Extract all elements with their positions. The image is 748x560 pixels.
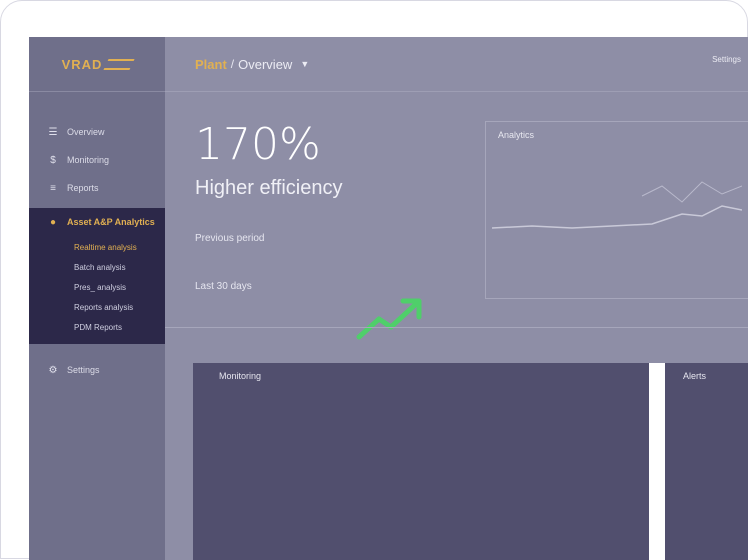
chevron-down-icon[interactable]: ▼ (300, 59, 309, 69)
list-icon: ≡ (50, 182, 56, 194)
submenu-item-pdm[interactable]: PDM Reports (29, 318, 165, 338)
user-icon: ● (49, 216, 57, 228)
logo-mark-icon (103, 58, 135, 70)
menu-icon: ☰ (48, 126, 58, 138)
logo: VRAD (61, 56, 103, 72)
sidebar-item-label: Settings (67, 365, 100, 375)
panel-gap (649, 363, 665, 560)
sidebar-item-label: Overview (67, 127, 105, 137)
device-frame: VRAD ☰ Overview $ Monitoring ≡ Reports ● (0, 0, 748, 560)
monitoring-panel[interactable]: Monitoring (193, 363, 649, 560)
panel-label: Alerts (683, 371, 707, 381)
section-divider (165, 327, 748, 328)
sidebar: VRAD ☰ Overview $ Monitoring ≡ Reports ● (29, 37, 165, 560)
panel-label: Monitoring (219, 371, 262, 381)
sidebar-item-settings[interactable]: ⚙ Settings (29, 356, 165, 384)
submenu-item-realtime[interactable]: Realtime analysis (29, 238, 165, 258)
breadcrumb-secondary[interactable]: Overview (238, 57, 292, 72)
kpi-subtitle: Higher efficiency (195, 177, 343, 199)
brand[interactable]: VRAD (29, 37, 165, 92)
trend-up-icon (356, 298, 422, 340)
kpi-block: 170% Higher efficiency Previous period L… (165, 91, 485, 340)
analytics-card[interactable]: Analytics (485, 121, 748, 299)
dollar-icon: $ (50, 154, 56, 166)
submenu-item-reports[interactable]: Reports analysis (29, 298, 165, 318)
sidebar-item-label: Monitoring (67, 155, 110, 165)
breadcrumb-primary[interactable]: Plant (195, 57, 227, 72)
sidebar-item-overview[interactable]: ☰ Overview (29, 118, 165, 146)
submenu-item-pres[interactable]: Pres_ analysis (29, 278, 165, 298)
account-link[interactable]: Settings (712, 55, 741, 64)
topbar: Plant / Overview ▼ Settings (165, 37, 748, 92)
sidebar-item-label: Asset A&P Analytics (67, 217, 155, 227)
sidebar-item-monitoring[interactable]: $ Monitoring (29, 146, 165, 174)
app-screen: VRAD ☰ Overview $ Monitoring ≡ Reports ● (29, 37, 748, 560)
kpi-detail-secondary: Last 30 days (195, 281, 252, 292)
sidebar-item-reports[interactable]: ≡ Reports (29, 174, 165, 202)
main-area: Plant / Overview ▼ Settings 170% Higher … (165, 37, 748, 560)
submenu-item-batch[interactable]: Batch analysis (29, 258, 165, 278)
breadcrumb-separator: / (230, 57, 235, 71)
kpi-detail: Previous period (195, 233, 265, 244)
card-title: Analytics (498, 130, 535, 140)
submenu: Realtime analysis Batch analysis Pres_ a… (29, 236, 165, 344)
sparkline-chart (492, 181, 742, 229)
kpi-value: 170% (195, 119, 321, 170)
alerts-panel[interactable]: Alerts (665, 363, 748, 560)
sidebar-item-asset-analytics[interactable]: ● Asset A&P Analytics (29, 208, 165, 236)
sidebar-item-label: Reports (67, 183, 99, 193)
gear-icon: ⚙ (48, 364, 58, 376)
